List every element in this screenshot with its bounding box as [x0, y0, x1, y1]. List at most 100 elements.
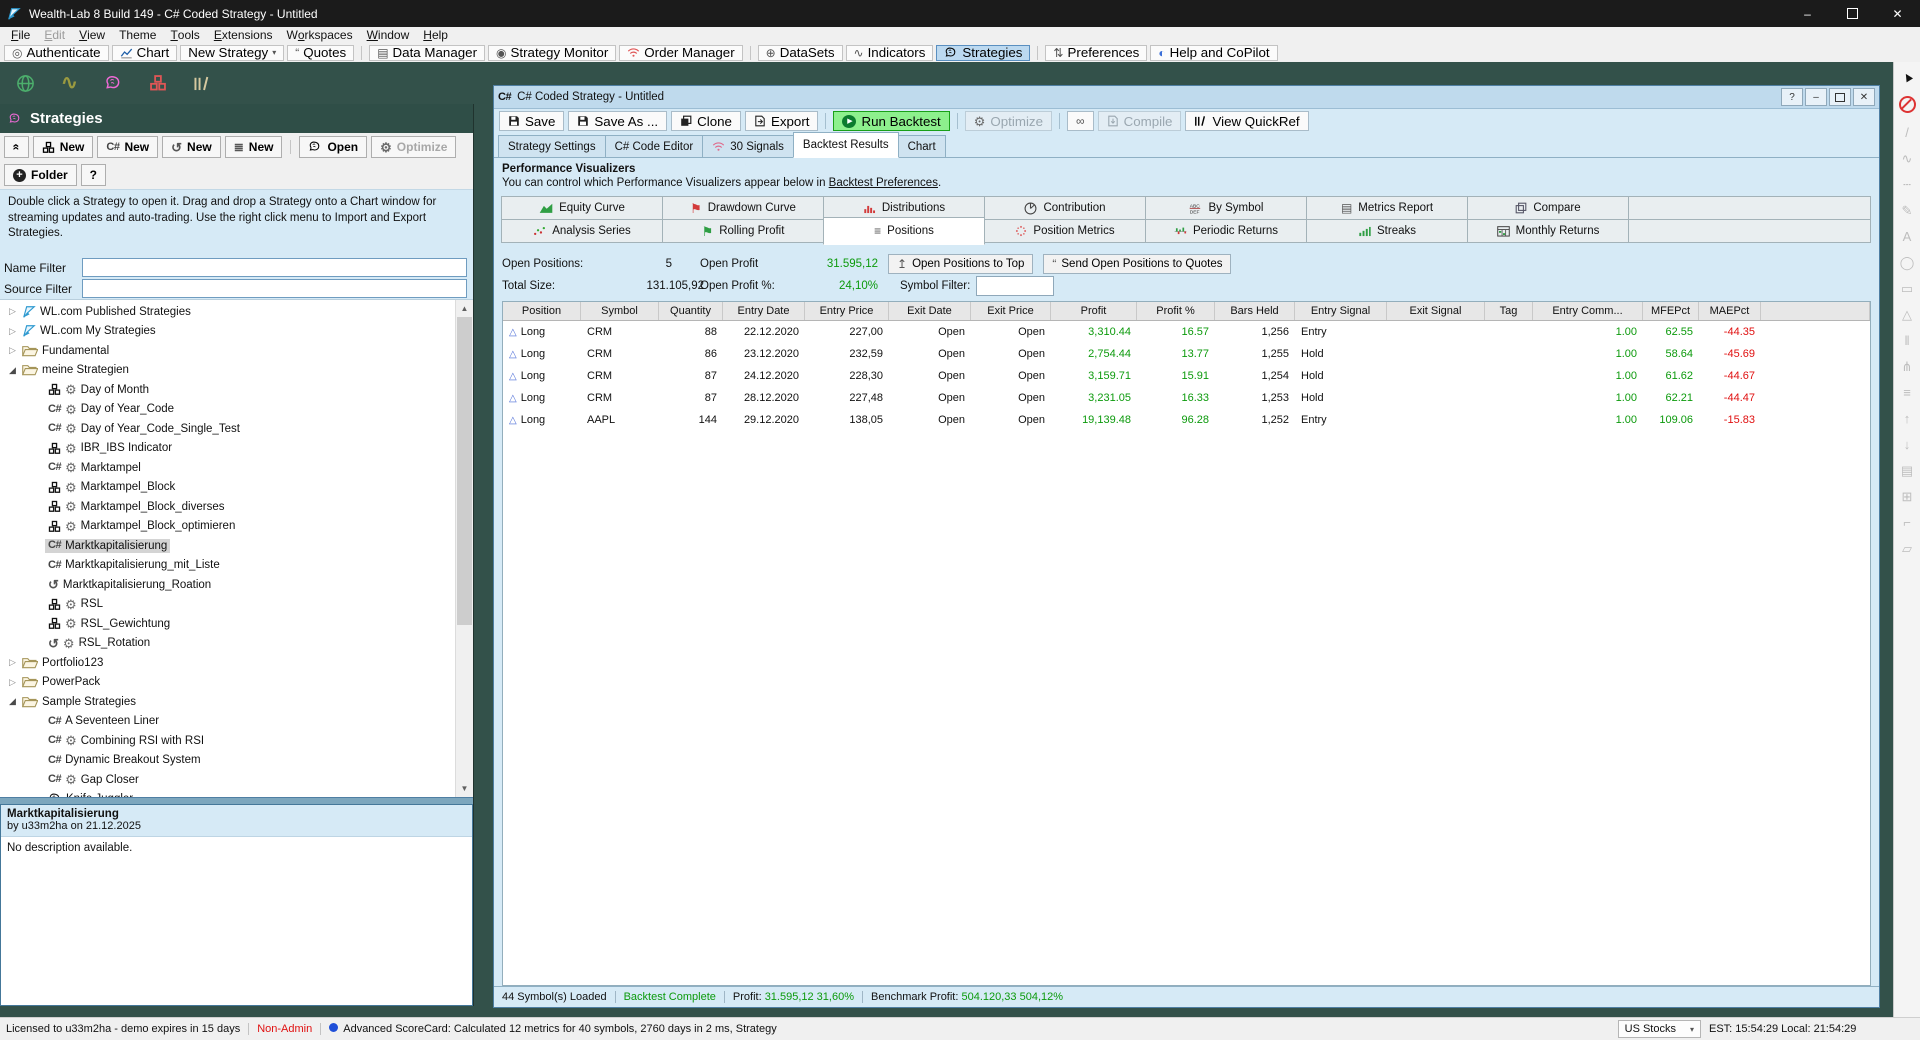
tree-item[interactable]: ⚙RSL [0, 595, 456, 615]
window-minimize-button[interactable]: – [1805, 88, 1827, 106]
optimize-button[interactable]: ⚙Optimize [965, 111, 1052, 131]
tree-item[interactable]: ▷Fundamental [0, 341, 456, 361]
tree-item-selected[interactable]: C#Marktkapitalisierung [0, 536, 456, 556]
menu-extensions[interactable]: Extensions [207, 27, 280, 43]
help-button[interactable]: ? [81, 164, 106, 186]
clone-button[interactable]: Clone [671, 111, 741, 131]
export-button[interactable]: Export [745, 111, 819, 131]
tree-item[interactable]: ⚙Marktampel_Block_diverses [0, 497, 456, 517]
link-button[interactable]: ∞ [1067, 111, 1094, 131]
column-header-profit[interactable]: Profit [1051, 302, 1137, 320]
tree-item[interactable]: ⚙IBR_IBS Indicator [0, 439, 456, 459]
books-icon[interactable] [193, 75, 211, 92]
new-block-strategy-button[interactable]: New [33, 136, 94, 158]
save-button[interactable]: Save [499, 111, 564, 131]
table-row[interactable]: △LongAAPL14429.12.2020138,05OpenOpen19,1… [503, 409, 1870, 431]
eraser-icon[interactable]: ▱ [1902, 542, 1912, 555]
visualizer-tab-monthly-returns[interactable]: Monthly Returns [1467, 219, 1629, 243]
collapse-all-button[interactable]: « [4, 136, 29, 158]
trendline-icon[interactable]: / [1905, 126, 1909, 139]
column-header-entry-comm-[interactable]: Entry Comm... [1533, 302, 1643, 320]
table-row[interactable]: △LongCRM8724.12.2020228,30OpenOpen3,159.… [503, 365, 1870, 387]
column-header-bars-held[interactable]: Bars Held [1215, 302, 1295, 320]
source-filter-input[interactable] [82, 279, 467, 298]
collapsed-expander-icon[interactable]: ▷ [6, 677, 19, 688]
globe-icon[interactable] [16, 74, 35, 93]
new-folder-button[interactable]: +Folder [4, 164, 77, 186]
open-positions-to-top-button[interactable]: ↥Open Positions to Top [888, 254, 1033, 274]
tree-item[interactable]: C#⚙Marktampel [0, 458, 456, 478]
tree-item[interactable]: ▷PowerPack [0, 673, 456, 693]
tree-item[interactable]: ▷WL.com My Strategies [0, 322, 456, 342]
expanded-expander-icon[interactable]: ◢ [6, 365, 19, 376]
tree-item[interactable]: C#⚙Day of Year_Code_Single_Test [0, 419, 456, 439]
rectangle-icon[interactable]: ▭ [1901, 282, 1913, 295]
menu-view[interactable]: View [72, 27, 112, 43]
visualizer-tab-analysis-series[interactable]: Analysis Series [501, 219, 663, 243]
menu-help[interactable]: Help [416, 27, 455, 43]
optimize-button[interactable]: ⚙Optimize [371, 136, 456, 158]
scroll-up-arrow-icon[interactable]: ▲ [456, 300, 473, 317]
column-header-entry-price[interactable]: Entry Price [805, 302, 889, 320]
tree-item[interactable]: ↺Marktkapitalisierung_Roation [0, 575, 456, 595]
no-entry-icon[interactable] [1899, 96, 1916, 113]
visualizer-tab-by-symbol[interactable]: ABCDEFBy Symbol [1145, 196, 1307, 220]
market-selector[interactable]: US Stocks ▾ [1618, 1020, 1701, 1038]
triangle-icon[interactable]: △ [1902, 308, 1912, 321]
menu-workspaces[interactable]: Workspaces [280, 27, 360, 43]
tree-item[interactable]: ↺⚙RSL_Rotation [0, 634, 456, 654]
menu-tools[interactable]: Tools [163, 27, 206, 43]
visualizer-tab-equity-curve[interactable]: Equity Curve [501, 196, 663, 220]
dashed-line-icon[interactable]: ┄ [1903, 178, 1911, 191]
name-filter-input[interactable] [82, 258, 467, 277]
tab-30-signals[interactable]: 30 Signals [702, 135, 794, 157]
app-close-button[interactable]: ✕ [1875, 0, 1920, 27]
tree-item[interactable]: C#A Seventeen Liner [0, 712, 456, 732]
visualizer-tab-positions[interactable]: ≡Positions [823, 217, 985, 245]
datasets-button[interactable]: ⊕DataSets [758, 45, 843, 61]
column-header-tag[interactable]: Tag [1485, 302, 1533, 320]
blocks-icon[interactable] [149, 74, 167, 92]
table-row[interactable]: △LongCRM8623.12.2020232,59OpenOpen2,754.… [503, 343, 1870, 365]
window-maximize-button[interactable] [1829, 88, 1851, 106]
strategy-window-titlebar[interactable]: C# C# Coded Strategy - Untitled ? – ✕ [494, 86, 1879, 109]
tree-item[interactable]: ⚙Marktampel_Block_optimieren [0, 517, 456, 537]
visualizer-tab-position-metrics[interactable]: Position Metrics [984, 219, 1146, 243]
pointer-icon[interactable]: ▲ [1898, 68, 1916, 86]
visualizer-tab-streaks[interactable]: Streaks [1306, 219, 1468, 243]
parallel-channel-icon[interactable]: ‖ [1904, 334, 1909, 347]
column-header-quantity[interactable]: Quantity [659, 302, 723, 320]
wave-icon[interactable]: ∿ [1902, 152, 1913, 165]
visualizer-tab-drawdown-curve[interactable]: ⚑Drawdown Curve [662, 196, 824, 220]
tree-item[interactable]: Knife Juggler [0, 790, 456, 798]
brain-icon[interactable] [104, 74, 123, 93]
tree-item[interactable]: ▷Portfolio123 [0, 653, 456, 673]
compile-button[interactable]: Compile [1098, 111, 1182, 131]
column-header-maepct[interactable]: MAEPct [1699, 302, 1761, 320]
view-quickref-button[interactable]: View QuickRef [1185, 111, 1308, 131]
tree-item[interactable]: ⚙Day of Month [0, 380, 456, 400]
visualizer-tab-contribution[interactable]: Contribution [984, 196, 1146, 220]
new-csharp-strategy-button[interactable]: C#New [97, 136, 158, 158]
menu-file[interactable]: File [4, 27, 37, 43]
new-metastrategy-button[interactable]: ≣New [225, 136, 283, 158]
ellipse-icon[interactable]: ◯ [1900, 256, 1915, 269]
pen-icon[interactable]: ✎ [1902, 204, 1913, 217]
tree-item[interactable]: C#⚙Day of Year_Code [0, 400, 456, 420]
chart-button[interactable]: Chart [112, 45, 178, 61]
column-header-symbol[interactable]: Symbol [581, 302, 659, 320]
table-row[interactable]: △LongCRM8822.12.2020227,00OpenOpen3,310.… [503, 321, 1870, 343]
tab-chart[interactable]: Chart [898, 135, 946, 157]
quotes-button[interactable]: “Quotes [287, 45, 354, 61]
text-icon[interactable]: A [1903, 230, 1912, 243]
tree-item[interactable]: ⚙RSL_Gewichtung [0, 614, 456, 634]
authenticate-button[interactable]: ◎Authenticate [4, 45, 109, 61]
visualizer-tab-rolling-profit[interactable]: ⚑Rolling Profit [662, 219, 824, 243]
column-header-exit-price[interactable]: Exit Price [971, 302, 1051, 320]
arrow-down-icon[interactable]: ↓ [1904, 438, 1911, 451]
menu-theme[interactable]: Theme [112, 27, 163, 43]
tree-item[interactable]: ◢meine Strategien [0, 361, 456, 381]
help-and-copilot-button[interactable]: ◐Help and CoPilot [1150, 45, 1277, 61]
column-header-entry-date[interactable]: Entry Date [723, 302, 805, 320]
symbol-filter-input[interactable] [976, 276, 1054, 296]
